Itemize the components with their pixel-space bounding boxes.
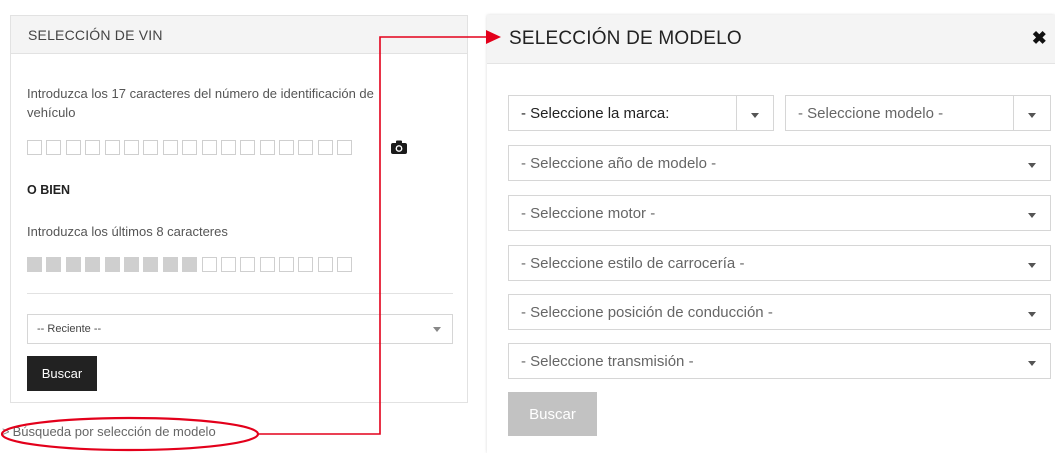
chevron-down-icon	[433, 327, 441, 332]
vin-char-box[interactable]	[104, 140, 120, 155]
year-select-value: - Seleccione año de modelo -	[521, 154, 717, 172]
chevron-down-icon	[736, 96, 773, 130]
model-select-value: - Seleccione modelo -	[798, 104, 944, 122]
vin-char-box[interactable]	[162, 257, 178, 272]
vin-char-box[interactable]	[123, 140, 139, 155]
vin-last8-instruction: Introduzca los últimos 8 caracteres	[27, 224, 228, 239]
vin-search-button[interactable]: Buscar	[27, 356, 97, 391]
vin-panel-title: SELECCIÓN DE VIN	[11, 16, 467, 54]
vin-selection-panel: SELECCIÓN DE VIN Introduzca los 17 carac…	[10, 15, 468, 403]
vin-char-box[interactable]	[65, 140, 81, 155]
vin-char-box[interactable]	[337, 257, 353, 272]
vin-char-box[interactable]	[46, 257, 62, 272]
close-icon[interactable]: ✖	[1032, 29, 1047, 47]
brand-select-value: - Seleccione la marca:	[521, 104, 670, 122]
vin-char-box[interactable]	[182, 257, 198, 272]
vin-char-box[interactable]	[317, 140, 333, 155]
vin-char-box[interactable]	[143, 257, 159, 272]
model-select[interactable]: - Seleccione modelo -	[785, 95, 1051, 131]
model-selection-link[interactable]: > Búsqueda por selección de modelo	[2, 424, 216, 439]
vin-char-box[interactable]	[201, 257, 217, 272]
vin-17-input[interactable]	[27, 140, 357, 155]
vin-char-box[interactable]	[279, 257, 295, 272]
chevron-down-icon	[1014, 344, 1050, 378]
chevron-down-icon	[1013, 96, 1050, 130]
vin-char-box[interactable]	[298, 140, 314, 155]
body-style-select-value: - Seleccione estilo de carrocería -	[521, 254, 745, 272]
vin-char-box[interactable]	[337, 140, 353, 155]
vin-char-box[interactable]	[259, 140, 275, 155]
vin-char-box[interactable]	[317, 257, 333, 272]
chevron-down-icon	[1014, 295, 1050, 329]
model-selection-link-label: Búsqueda por selección de modelo	[12, 424, 216, 439]
chevron-down-icon	[1014, 196, 1050, 230]
recent-select-value: -- Reciente --	[37, 323, 102, 335]
year-select[interactable]: - Seleccione año de modelo -	[508, 145, 1051, 181]
vin-char-box[interactable]	[279, 140, 295, 155]
divider	[27, 293, 453, 294]
engine-select[interactable]: - Seleccione motor -	[508, 195, 1051, 231]
chevron-right-icon: >	[2, 424, 10, 439]
transmission-select-value: - Seleccione transmisión -	[521, 352, 694, 370]
vin-full-instruction: Introduzca los 17 caracteres del número …	[27, 86, 374, 120]
vin-char-box[interactable]	[143, 140, 159, 155]
vin-char-box[interactable]	[123, 257, 139, 272]
model-panel-header: SELECCIÓN DE MODELO ✖	[487, 15, 1055, 64]
vin-char-box[interactable]	[201, 140, 217, 155]
vin-last8-input[interactable]	[27, 257, 357, 272]
model-panel-title: SELECCIÓN DE MODELO	[509, 28, 742, 49]
vin-char-box[interactable]	[220, 140, 236, 155]
engine-select-value: - Seleccione motor -	[521, 204, 656, 222]
vin-char-box[interactable]	[85, 257, 101, 272]
vin-char-box[interactable]	[104, 257, 120, 272]
vin-char-box[interactable]	[27, 257, 42, 272]
brand-select[interactable]: - Seleccione la marca:	[508, 95, 774, 131]
camera-icon[interactable]	[391, 140, 407, 154]
model-search-button[interactable]: Buscar	[508, 392, 597, 436]
vin-char-box[interactable]	[220, 257, 236, 272]
model-selection-panel: SELECCIÓN DE MODELO ✖ - Seleccione la ma…	[487, 15, 1055, 453]
recent-select[interactable]: -- Reciente --	[27, 314, 453, 344]
drive-position-select-value: - Seleccione posición de conducción -	[521, 303, 773, 321]
vin-char-box[interactable]	[46, 140, 62, 155]
vin-char-box[interactable]	[298, 257, 314, 272]
vin-char-box[interactable]	[240, 257, 256, 272]
vin-char-box[interactable]	[259, 257, 275, 272]
vin-char-box[interactable]	[182, 140, 198, 155]
vin-char-box[interactable]	[85, 140, 101, 155]
body-style-select[interactable]: - Seleccione estilo de carrocería -	[508, 245, 1051, 281]
transmission-select[interactable]: - Seleccione transmisión -	[508, 343, 1051, 379]
vin-char-box[interactable]	[65, 257, 81, 272]
vin-char-box[interactable]	[27, 140, 42, 155]
or-label: O BIEN	[27, 183, 71, 197]
chevron-down-icon	[1014, 146, 1050, 180]
chevron-down-icon	[1014, 246, 1050, 280]
drive-position-select[interactable]: - Seleccione posición de conducción -	[508, 294, 1051, 330]
vin-char-box[interactable]	[162, 140, 178, 155]
vin-char-box[interactable]	[240, 140, 256, 155]
